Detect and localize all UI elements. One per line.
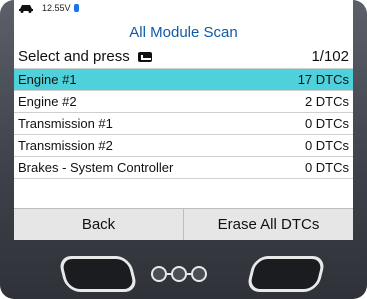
hardware-buttons [0, 240, 367, 299]
module-row[interactable]: Transmission #2 0 DTCs [14, 135, 353, 157]
left-function-key[interactable] [57, 256, 139, 292]
dtc-count: 2 DTCs [304, 94, 349, 109]
back-softkey[interactable]: Back [14, 209, 183, 240]
dtc-count: 0 DTCs [304, 138, 349, 153]
battery-voltage: 12.55V [42, 2, 71, 13]
enter-key-icon [137, 52, 152, 62]
instruction-row: Select and press 1/102 [14, 45, 353, 69]
page-position: 1/102 [311, 48, 349, 65]
display-screen: 12.55V All Module Scan Select and press … [14, 0, 353, 240]
module-row[interactable]: Transmission #1 0 DTCs [14, 113, 353, 135]
page-title: All Module Scan [129, 24, 238, 41]
module-row[interactable]: Brakes - System Controller 0 DTCs [14, 157, 353, 179]
status-bar: 12.55V [14, 0, 353, 15]
scan-tool-device: 12.55V All Module Scan Select and press … [0, 0, 367, 299]
instruction-text: Select and press [18, 48, 152, 65]
module-row[interactable]: Engine #1 17 DTCs [14, 69, 353, 91]
dot-icon [171, 266, 187, 282]
module-name: Engine #2 [18, 94, 77, 109]
bluetooth-icon [73, 3, 79, 12]
car-icon [19, 4, 33, 13]
module-name: Transmission #1 [18, 116, 113, 131]
menu-dots-button[interactable] [151, 266, 207, 282]
module-row[interactable]: Engine #2 2 DTCs [14, 91, 353, 113]
module-name: Brakes - System Controller [18, 160, 174, 175]
dot-icon [151, 266, 167, 282]
dtc-count: 17 DTCs [297, 72, 349, 87]
softkey-bar: Back Erase All DTCs [14, 208, 353, 240]
module-list: Engine #1 17 DTCs Engine #2 2 DTCs Trans… [14, 69, 353, 179]
erase-all-dtcs-softkey[interactable]: Erase All DTCs [183, 209, 353, 240]
module-name: Engine #1 [18, 72, 77, 87]
dtc-count: 0 DTCs [304, 116, 349, 131]
module-name: Transmission #2 [18, 138, 113, 153]
right-function-key[interactable] [245, 256, 327, 292]
dot-icon [191, 266, 207, 282]
dtc-count: 0 DTCs [304, 160, 349, 175]
